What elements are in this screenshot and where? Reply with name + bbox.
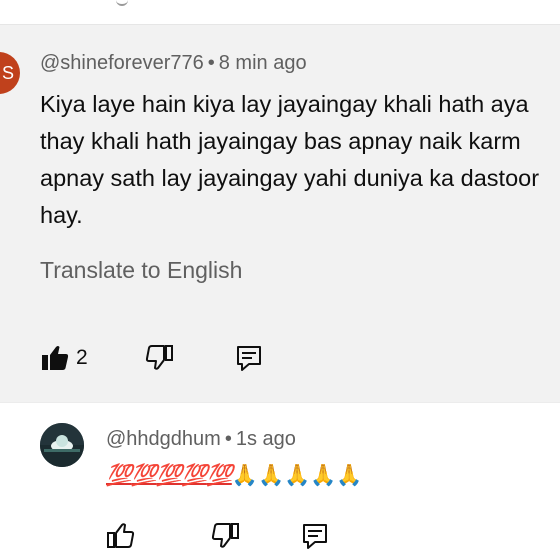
hundred-points-emoji: 💯 — [181, 463, 207, 487]
thumbs-down-icon — [211, 523, 239, 548]
comment-time: 8 min ago — [218, 52, 307, 74]
dislike-button[interactable] — [144, 343, 174, 373]
previous-comment-edge — [0, 0, 560, 25]
reply-comment-icon — [303, 524, 327, 549]
comment-meta: @hhdgdhum • 1s ago — [106, 428, 296, 451]
hundred-points-emoji: 💯 — [206, 463, 233, 487]
comment-body: Kiya laye hain kiya lay jayaingay khali … — [40, 91, 540, 228]
translate-link[interactable]: Translate to English — [40, 257, 242, 284]
reply-button[interactable] — [234, 343, 264, 373]
thumbs-up-icon — [107, 523, 135, 548]
folded-hands-emoji: 🙏 — [336, 463, 363, 487]
avatar-image — [40, 423, 84, 467]
folded-hands-emoji: 🙏 — [310, 463, 337, 487]
comment-thread-main: S @shineforever776 • 8 min ago Kiya laye h… — [0, 25, 560, 402]
like-button[interactable] — [40, 343, 70, 373]
thumbs-up-filled-icon — [42, 346, 69, 370]
hundred-points-emoji: 💯 — [156, 463, 182, 487]
comment-time: 1s ago — [235, 428, 296, 450]
meta-separator: • — [224, 428, 232, 450]
like-button[interactable] — [106, 521, 136, 551]
like-count: 2 — [76, 346, 88, 369]
folded-hands-emoji: 🙏 — [284, 463, 311, 487]
folded-hands-emoji: 🙏 — [231, 463, 258, 487]
reply-comment: @hhdgdhum • 1s ago 💯💯💯💯💯🙏🙏🙏🙏🙏 — [0, 403, 560, 560]
comment-author[interactable]: @hhdgdhum — [106, 428, 221, 450]
meta-separator: • — [207, 52, 215, 74]
comment-body: 💯💯💯💯💯🙏🙏🙏🙏🙏 — [106, 459, 363, 491]
reply-comment-icon — [237, 346, 261, 371]
hundred-points-emoji: 💯 — [131, 463, 157, 487]
comment-meta: @shineforever776 • 8 min ago — [40, 52, 307, 75]
thumbs-down-icon — [145, 345, 173, 370]
avatar[interactable] — [40, 423, 84, 467]
hundred-points-emoji: 💯 — [106, 463, 132, 487]
folded-hands-emoji: 🙏 — [257, 463, 285, 487]
dislike-button[interactable] — [210, 521, 240, 551]
comment-author[interactable]: @shineforever776 — [40, 52, 204, 74]
previous-comment-fragment — [116, 0, 128, 6]
reply-button[interactable] — [300, 521, 330, 551]
avatar[interactable]: S — [0, 52, 20, 94]
